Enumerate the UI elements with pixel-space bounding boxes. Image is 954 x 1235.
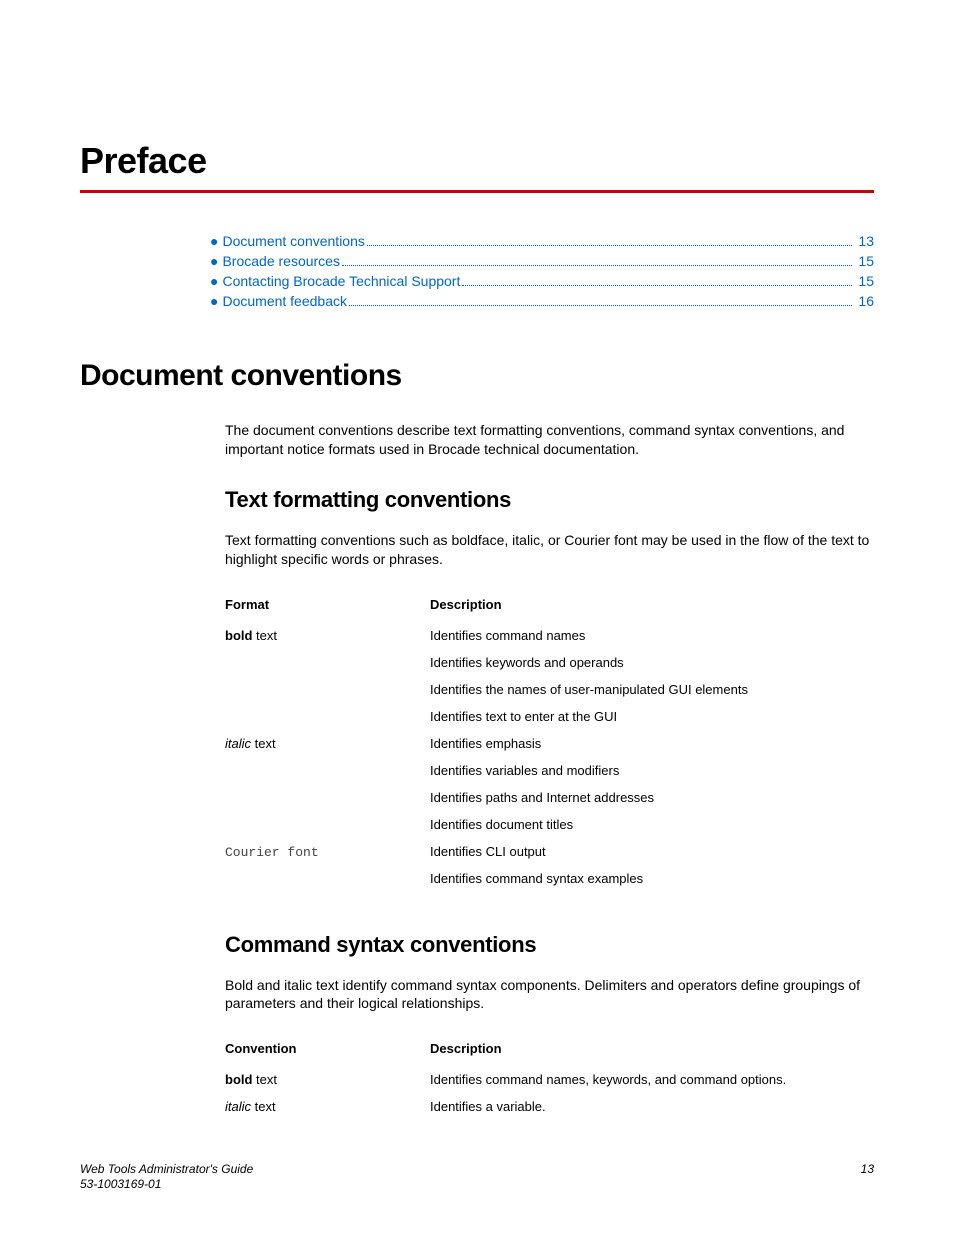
subsection-intro: Text formatting conventions such as bold… [225,531,874,569]
desc-line: Identifies keywords and operands [430,655,874,670]
toc-leader [349,305,852,306]
bullet-icon: ● [210,293,218,309]
chapter-title: Preface [80,140,874,182]
command-syntax-table: Convention Description bold text Identif… [225,1041,874,1126]
table-row: Courier font Identifies CLI output Ident… [225,844,874,898]
format-text: text [251,736,276,751]
subsection-heading: Text formatting conventions [225,487,874,513]
format-text: text [251,1099,276,1114]
desc-line: Identifies variables and modifiers [430,763,874,778]
format-text: text [252,628,277,643]
desc-line: Identifies document titles [430,817,874,832]
table-of-contents: ● Document conventions 13 ● Brocade reso… [210,233,874,309]
desc-line: Identifies a variable. [430,1099,874,1114]
format-text: text [252,1072,277,1087]
toc-leader [342,265,852,266]
bullet-icon: ● [210,233,218,249]
table-header-description: Description [430,597,874,628]
desc-line: Identifies emphasis [430,736,874,751]
toc-label: Brocade resources [222,253,340,269]
format-bold: bold [225,628,252,643]
toc-label: Document conventions [222,233,364,249]
desc-line: Identifies text to enter at the GUI [430,709,874,724]
title-divider [80,190,874,193]
toc-label: Document feedback [222,293,347,309]
page-footer: Web Tools Administrator's Guide 53-10031… [80,1162,874,1193]
footer-doc-number: 53-1003169-01 [80,1177,253,1193]
toc-item[interactable]: ● Document feedback 16 [210,293,874,309]
toc-leader [367,245,853,246]
subsection-intro: Bold and italic text identify command sy… [225,976,874,1014]
table-row: bold text Identifies command names Ident… [225,628,874,736]
table-header-format: Format [225,597,430,628]
bullet-icon: ● [210,273,218,289]
toc-item[interactable]: ● Contacting Brocade Technical Support 1… [210,273,874,289]
section-heading: Document conventions [80,359,874,393]
toc-page: 13 [856,233,874,249]
format-courier: Courier font [225,845,319,860]
bullet-icon: ● [210,253,218,269]
table-row: italic text Identifies emphasis Identifi… [225,736,874,844]
toc-page: 15 [856,253,874,269]
format-bold: bold [225,1072,252,1087]
footer-page-number: 13 [861,1162,874,1193]
desc-line: Identifies the names of user-manipulated… [430,682,874,697]
table-row: italic text Identifies a variable. [225,1099,874,1126]
table-row: bold text Identifies command names, keyw… [225,1072,874,1099]
toc-page: 16 [856,293,874,309]
text-formatting-table: Format Description bold text Identifies … [225,597,874,898]
format-italic: italic [225,1099,251,1114]
format-italic: italic [225,736,251,751]
desc-line: Identifies command names, keywords, and … [430,1072,874,1087]
desc-line: Identifies command syntax examples [430,871,874,886]
table-header-convention: Convention [225,1041,430,1072]
toc-leader [462,285,852,286]
toc-page: 15 [856,273,874,289]
desc-line: Identifies command names [430,628,874,643]
desc-line: Identifies paths and Internet addresses [430,790,874,805]
toc-label: Contacting Brocade Technical Support [222,273,460,289]
section-intro: The document conventions describe text f… [225,421,874,459]
toc-item[interactable]: ● Document conventions 13 [210,233,874,249]
subsection-heading: Command syntax conventions [225,932,874,958]
desc-line: Identifies CLI output [430,844,874,859]
toc-item[interactable]: ● Brocade resources 15 [210,253,874,269]
table-header-description: Description [430,1041,874,1072]
footer-doc-title: Web Tools Administrator's Guide [80,1162,253,1178]
